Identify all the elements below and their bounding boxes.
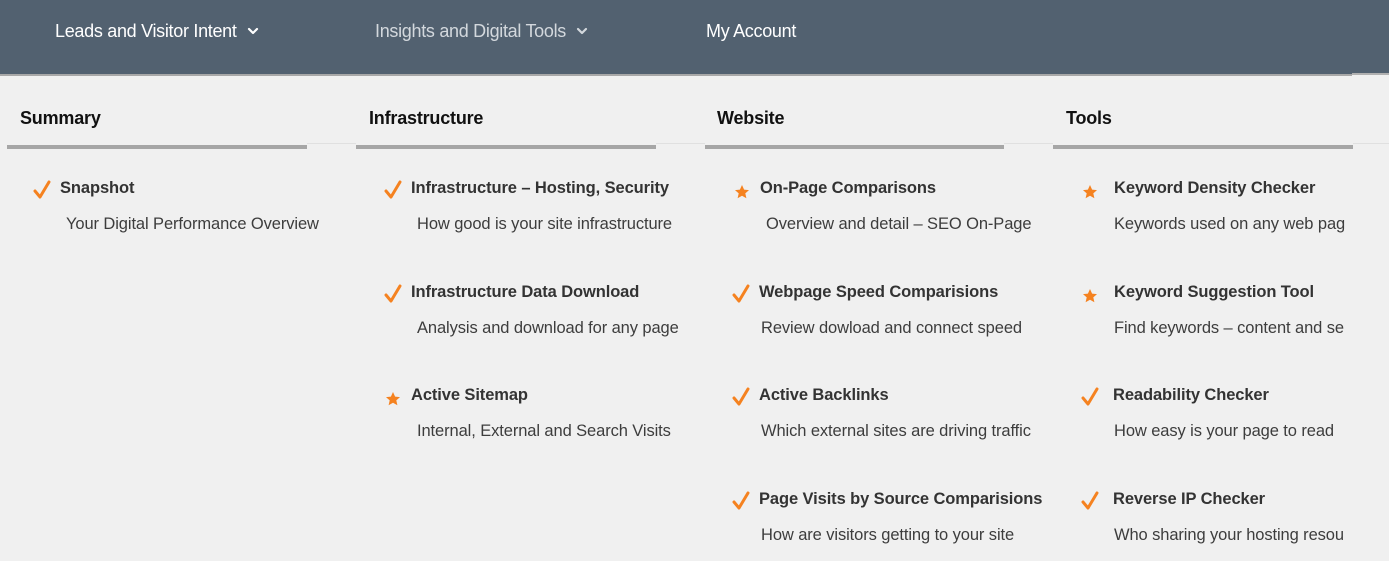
check-icon bbox=[384, 179, 404, 201]
nav-insights-and-digital-tools[interactable]: Insights and Digital Tools bbox=[375, 20, 588, 42]
column-underline bbox=[7, 145, 307, 149]
menu-item-title: Active Sitemap bbox=[411, 386, 528, 404]
menu-item-subtitle: Which external sites are driving traffic bbox=[761, 422, 1031, 440]
star-icon bbox=[384, 386, 404, 408]
chevron-down-icon bbox=[247, 25, 259, 37]
rule-gap bbox=[307, 143, 356, 144]
chevron-down-icon bbox=[576, 25, 588, 37]
column-title: Infrastructure bbox=[369, 108, 484, 128]
rule-gap bbox=[1353, 143, 1389, 144]
menu-item-title: Webpage Speed Comparisions bbox=[759, 283, 999, 301]
menu-item-subtitle: How easy is your page to read bbox=[1114, 422, 1334, 440]
nav-leads-and-visitor-intent[interactable]: Leads and Visitor Intent bbox=[55, 20, 259, 42]
nav-label: Leads and Visitor Intent bbox=[55, 20, 237, 41]
menu-item-subtitle: Analysis and download for any page bbox=[417, 319, 679, 337]
check-icon bbox=[1081, 386, 1101, 408]
menu-item-title: On-Page Comparisons bbox=[760, 179, 936, 197]
check-icon bbox=[33, 179, 53, 201]
menu-item-subtitle: Your Digital Performance Overview bbox=[66, 215, 319, 233]
menu-item-title: Keyword Density Checker bbox=[1114, 179, 1316, 197]
menu-item-title: Snapshot bbox=[60, 179, 135, 197]
nav-my-account[interactable]: My Account bbox=[706, 20, 796, 42]
header-divider bbox=[0, 74, 1352, 76]
column-underline bbox=[1053, 145, 1353, 149]
check-icon bbox=[732, 283, 752, 305]
rule-gap bbox=[1004, 143, 1053, 144]
star-icon bbox=[733, 179, 753, 201]
star-icon bbox=[1081, 179, 1101, 201]
header-divider-right bbox=[1352, 73, 1389, 75]
star-icon bbox=[1081, 283, 1101, 305]
menu-item-subtitle: Review dowload and connect speed bbox=[761, 319, 1022, 337]
menu-item-subtitle: Find keywords – content and se bbox=[1114, 319, 1344, 337]
check-icon bbox=[732, 386, 752, 408]
menu-item-title: Readability Checker bbox=[1113, 386, 1269, 404]
column-title: Summary bbox=[20, 108, 101, 128]
check-icon bbox=[384, 283, 404, 305]
menu-item-title: Infrastructure Data Download bbox=[411, 283, 640, 301]
menu-item-subtitle: Overview and detail – SEO On-Page bbox=[766, 215, 1032, 233]
menu-item-subtitle: How are visitors getting to your site bbox=[761, 526, 1015, 544]
menu-item-title: Keyword Suggestion Tool bbox=[1114, 283, 1314, 301]
menu-item-title: Infrastructure – Hosting, Security bbox=[411, 179, 669, 197]
menu-item-title: Page Visits by Source Comparisions bbox=[759, 490, 1043, 508]
menu-column-tools: Tools Keyword Density Checker Keywords u… bbox=[1053, 100, 1353, 561]
nav-label: Insights and Digital Tools bbox=[375, 20, 566, 41]
menu-item-subtitle: How good is your site infrastructure bbox=[417, 215, 673, 233]
rule-gap bbox=[656, 143, 705, 144]
top-navigation-bar: Leads and Visitor Intent Insights and Di… bbox=[0, 0, 1389, 74]
menu-item-title: Reverse IP Checker bbox=[1113, 490, 1266, 508]
check-icon bbox=[732, 490, 752, 512]
check-icon bbox=[1081, 490, 1101, 512]
column-underline bbox=[356, 145, 656, 149]
menu-item-title: Active Backlinks bbox=[759, 386, 889, 404]
menu-item-subtitle: Internal, External and Search Visits bbox=[417, 422, 671, 440]
menu-item-subtitle: Who sharing your hosting resou bbox=[1114, 526, 1344, 544]
nav-label: My Account bbox=[706, 20, 797, 41]
menu-item-subtitle: Keywords used on any web pag bbox=[1114, 215, 1346, 233]
column-title: Website bbox=[717, 108, 785, 128]
column-title: Tools bbox=[1066, 108, 1112, 128]
column-underline bbox=[705, 145, 1004, 149]
